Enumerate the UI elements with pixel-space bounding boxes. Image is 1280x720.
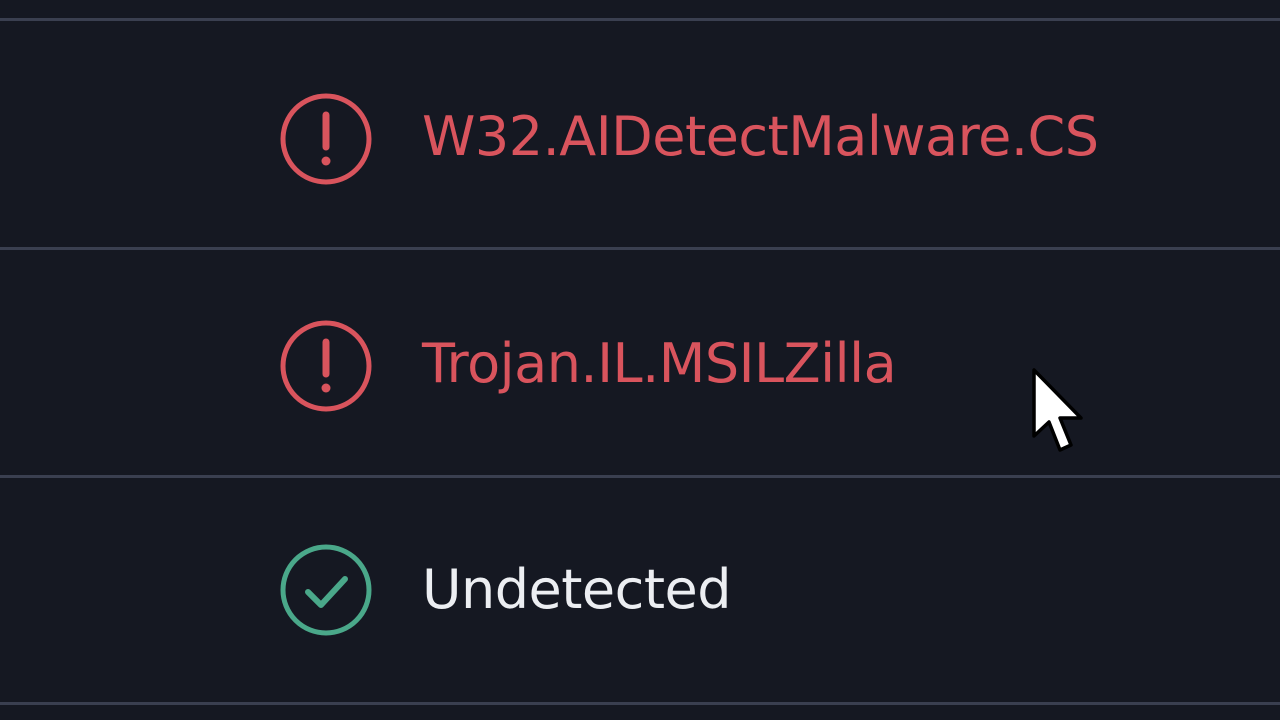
detection-label: W32.AIDetectMalware.CS [422, 105, 1099, 168]
row-divider [0, 702, 1280, 705]
alert-circle-icon [278, 318, 374, 414]
detection-row: W32.AIDetectMalware.CS [0, 21, 1280, 247]
check-circle-icon [278, 542, 374, 638]
detection-row: Undetected [0, 478, 1280, 704]
detection-label: Undetected [422, 558, 732, 621]
detection-label: Trojan.IL.MSILZilla [422, 332, 897, 395]
alert-circle-icon [278, 91, 374, 187]
mouse-pointer-icon [1030, 366, 1090, 458]
